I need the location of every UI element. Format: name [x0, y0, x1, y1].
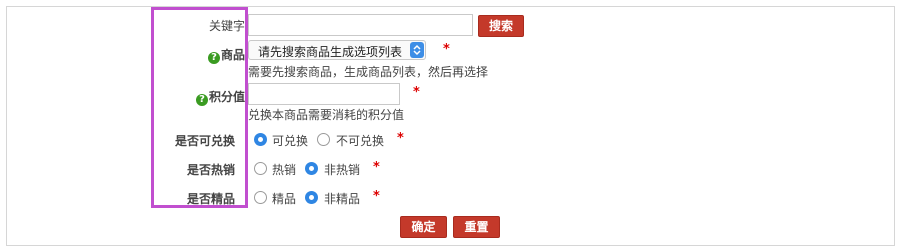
- featured-required-mark: *: [373, 189, 380, 204]
- confirm-button[interactable]: 确定: [400, 216, 447, 238]
- featured-yes-label[interactable]: 精品: [272, 190, 296, 207]
- featured-no-radio[interactable]: [305, 191, 318, 204]
- product-select-value: 请先搜索商品生成选项列表: [258, 45, 403, 59]
- points-hint: 兑换本商品需要消耗的积分值: [248, 108, 405, 122]
- highlight-box: [151, 7, 248, 208]
- featured-yes-radio[interactable]: [254, 191, 267, 204]
- product-select[interactable]: 请先搜索商品生成选项列表: [248, 40, 426, 60]
- product-required-mark: *: [443, 42, 450, 57]
- hot-no-radio[interactable]: [305, 162, 318, 175]
- featured-no-label[interactable]: 非精品: [324, 190, 360, 207]
- exchangeable-yes-label[interactable]: 可兑换: [272, 132, 308, 149]
- hot-yes-radio[interactable]: [254, 162, 267, 175]
- exchangeable-no-radio[interactable]: [317, 133, 330, 146]
- form-panel: [6, 6, 895, 246]
- hot-no-label[interactable]: 非热销: [324, 161, 360, 178]
- points-required-mark: *: [413, 85, 420, 100]
- points-input[interactable]: [248, 83, 400, 105]
- keyword-input[interactable]: [248, 14, 473, 36]
- exchangeable-no-label[interactable]: 不可兑换: [336, 132, 384, 149]
- hot-required-mark: *: [373, 160, 380, 175]
- product-hint: 需要先搜索商品，生成商品列表，然后再选择: [248, 65, 489, 79]
- exchangeable-yes-radio[interactable]: [254, 133, 267, 146]
- reset-button[interactable]: 重置: [453, 216, 500, 238]
- search-button[interactable]: 搜索: [478, 15, 524, 37]
- exchangeable-required-mark: *: [397, 131, 404, 146]
- hot-yes-label[interactable]: 热销: [272, 161, 296, 178]
- select-arrows-icon: [410, 42, 424, 58]
